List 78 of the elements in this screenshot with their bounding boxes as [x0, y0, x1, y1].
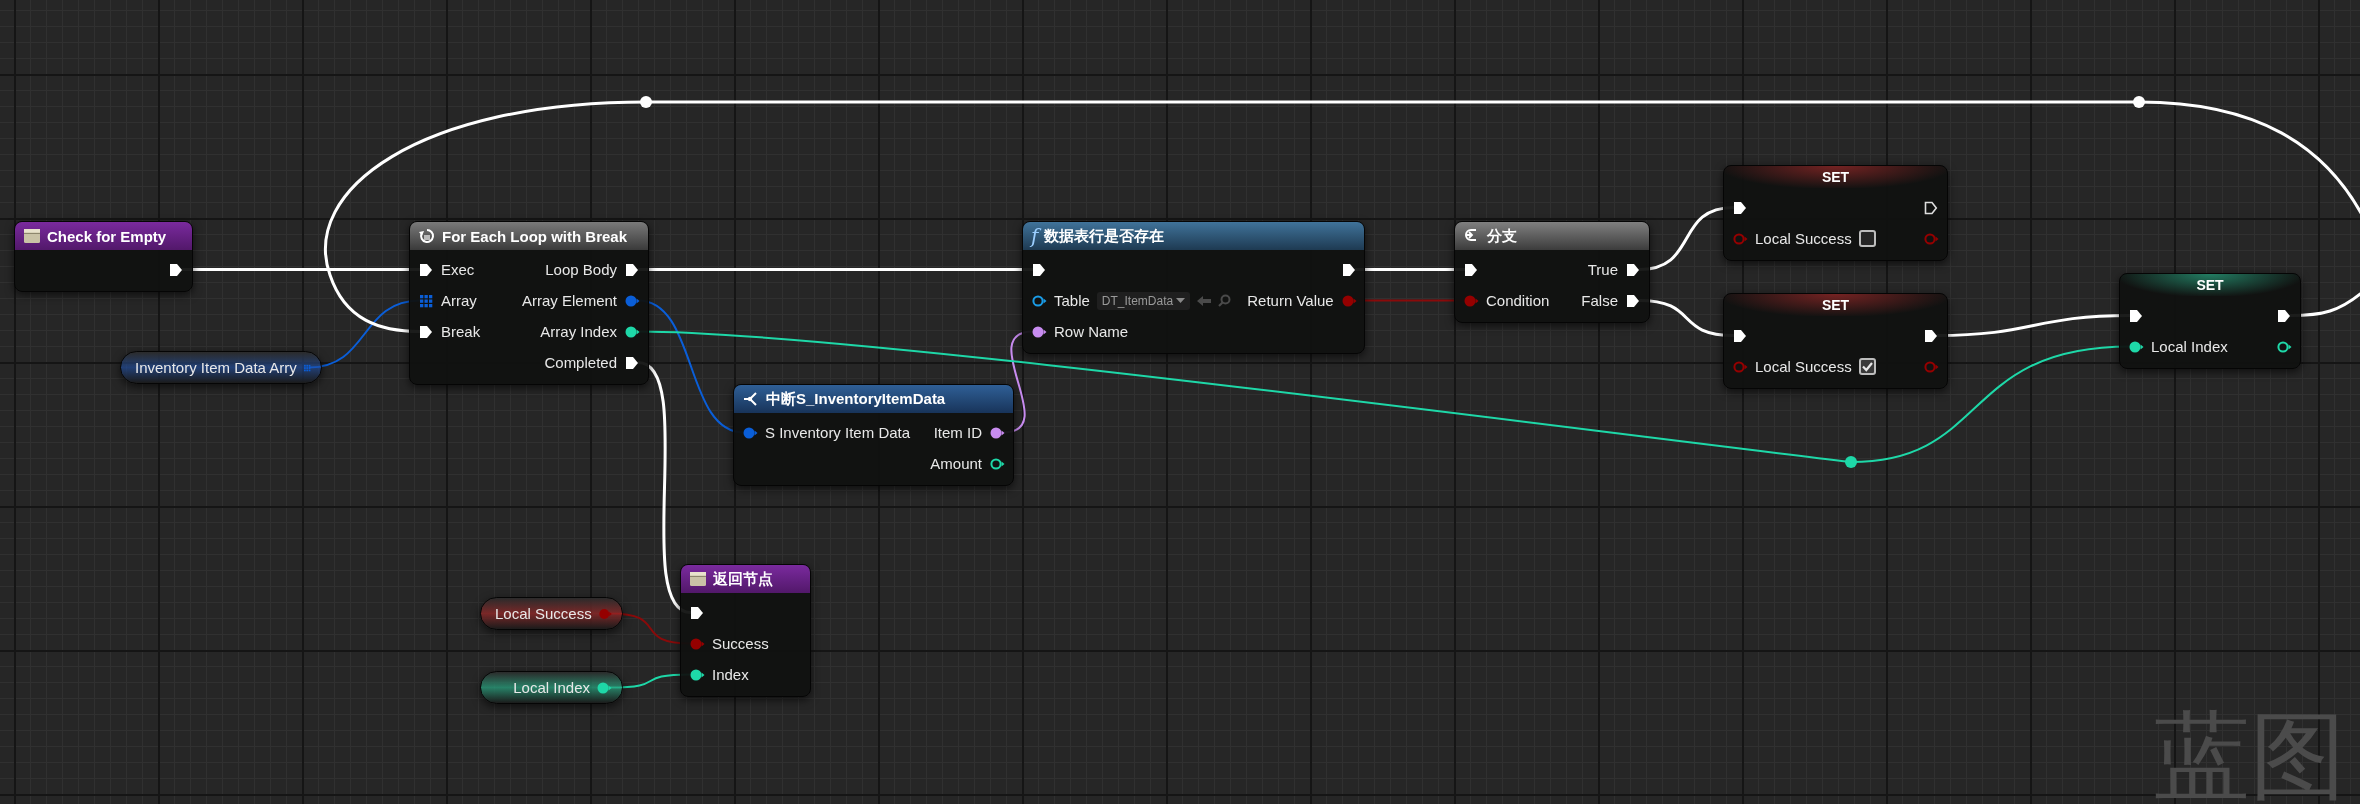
variable-name: Local Index	[513, 679, 590, 696]
exec-pin-icon[interactable]	[2276, 307, 2292, 324]
exec-pin-icon[interactable]	[1463, 261, 1479, 278]
variable-name: Inventory Item Data Arry	[135, 359, 297, 376]
node-title: 分支	[1487, 226, 1517, 246]
pin-label: Local Index	[2151, 338, 2228, 355]
reroute-knot[interactable]	[1845, 456, 1857, 468]
exec-pin-icon[interactable]	[624, 261, 640, 278]
pin-label: Item ID	[933, 424, 982, 441]
array-pin-icon[interactable]	[418, 292, 434, 309]
box-icon	[689, 570, 707, 588]
pin-label: Array Index	[540, 323, 617, 340]
exec-pin-icon[interactable]	[1031, 261, 1047, 278]
pin-label: Local Success	[1755, 230, 1852, 247]
pin-label: Table	[1054, 292, 1090, 309]
pin-label: Exec	[441, 261, 475, 278]
caret-icon	[1176, 297, 1186, 304]
pin-label: Return Value	[1247, 292, 1334, 309]
blueprint-node[interactable]: SET Local Index	[2119, 273, 2301, 369]
variable-node[interactable]: Inventory Item Data Arry	[120, 351, 322, 384]
blueprint-node[interactable]: SET Local Success	[1723, 293, 1948, 389]
pin-label: False	[1581, 292, 1618, 309]
node-title: SET	[1821, 297, 1850, 313]
data-pin-icon[interactable]	[989, 455, 1005, 472]
pin-label: Success	[712, 635, 769, 652]
exec-pin-icon[interactable]	[1625, 292, 1641, 309]
blueprint-node[interactable]: 中断S_InventoryItemData S Inventory Item Data Item ID Amount	[733, 384, 1014, 486]
node-title: For Each Loop with Break	[442, 227, 628, 245]
reroute-knot[interactable]	[2133, 96, 2145, 108]
checkbox[interactable]	[1858, 358, 1876, 375]
variable-name: Local Success	[495, 605, 592, 622]
blueprint-node[interactable]: For Each Loop with Break Exec Array Break Loop Body Array Element Array Index Completed	[409, 221, 649, 385]
table-dropdown[interactable]: DT_ItemData	[1096, 291, 1191, 310]
blueprint-node[interactable]: 返回节点 Success Index	[680, 564, 811, 697]
pin-label: Loop Body	[545, 261, 617, 278]
blueprint-node[interactable]: f 数据表行是否存在 Table DT_ItemData Row Name Return Value	[1022, 221, 1365, 354]
variable-node[interactable]: Local Index	[480, 671, 623, 704]
exec-pin-icon[interactable]	[2128, 307, 2144, 324]
variable-node[interactable]: Local Success	[480, 597, 623, 630]
pin-label: Array Element	[521, 292, 617, 309]
node-title: Check for Empty	[47, 227, 167, 245]
split-icon	[742, 390, 760, 408]
blueprint-node[interactable]: Check for Empty	[14, 221, 193, 292]
exec-pin-icon[interactable]	[1732, 327, 1748, 344]
loop-icon	[418, 227, 436, 245]
checkbox[interactable]	[1858, 230, 1876, 247]
exec-pin-icon[interactable]	[689, 604, 705, 621]
box-icon	[23, 227, 41, 245]
pin-label: Amount	[930, 455, 982, 472]
node-title: SET	[1821, 169, 1850, 185]
data-pin-icon[interactable]	[1031, 292, 1047, 309]
exec-pin-icon[interactable]	[624, 354, 640, 371]
pin-label: Local Success	[1755, 358, 1852, 375]
exec-pin-icon[interactable]	[1340, 261, 1357, 278]
pin-label: Break	[441, 323, 481, 340]
exec-pin-icon[interactable]	[418, 261, 434, 278]
node-title: 返回节点	[713, 569, 773, 589]
pin-label: Array	[441, 292, 477, 309]
pin-label: Row Name	[1054, 323, 1129, 340]
pin-label: Condition	[1486, 292, 1550, 309]
blueprint-node[interactable]: SET Local Success	[1723, 165, 1948, 261]
exec-pin-icon[interactable]	[1732, 199, 1748, 216]
node-title: 数据表行是否存在	[1044, 226, 1165, 246]
blueprint-node[interactable]: 分支 Condition True False	[1454, 221, 1650, 323]
node-title: SET	[2196, 277, 2224, 293]
exec-pin-icon[interactable]	[1923, 199, 1939, 216]
pin-label: Completed	[544, 354, 617, 371]
exec-pin-icon[interactable]	[1625, 261, 1641, 278]
exec-pin-icon[interactable]	[418, 323, 434, 340]
pin-label: True	[1587, 261, 1618, 278]
pin-label: S Inventory Item Data	[765, 424, 911, 441]
node-title: 中断S_InventoryItemData	[766, 389, 946, 409]
data-pin-icon[interactable]	[2276, 338, 2292, 355]
function-icon: f	[1031, 226, 1039, 246]
reroute-knot[interactable]	[640, 96, 652, 108]
exec-pin-icon[interactable]	[168, 261, 184, 278]
exec-pin-icon[interactable]	[1923, 327, 1939, 344]
pin-label: Index	[712, 666, 749, 683]
